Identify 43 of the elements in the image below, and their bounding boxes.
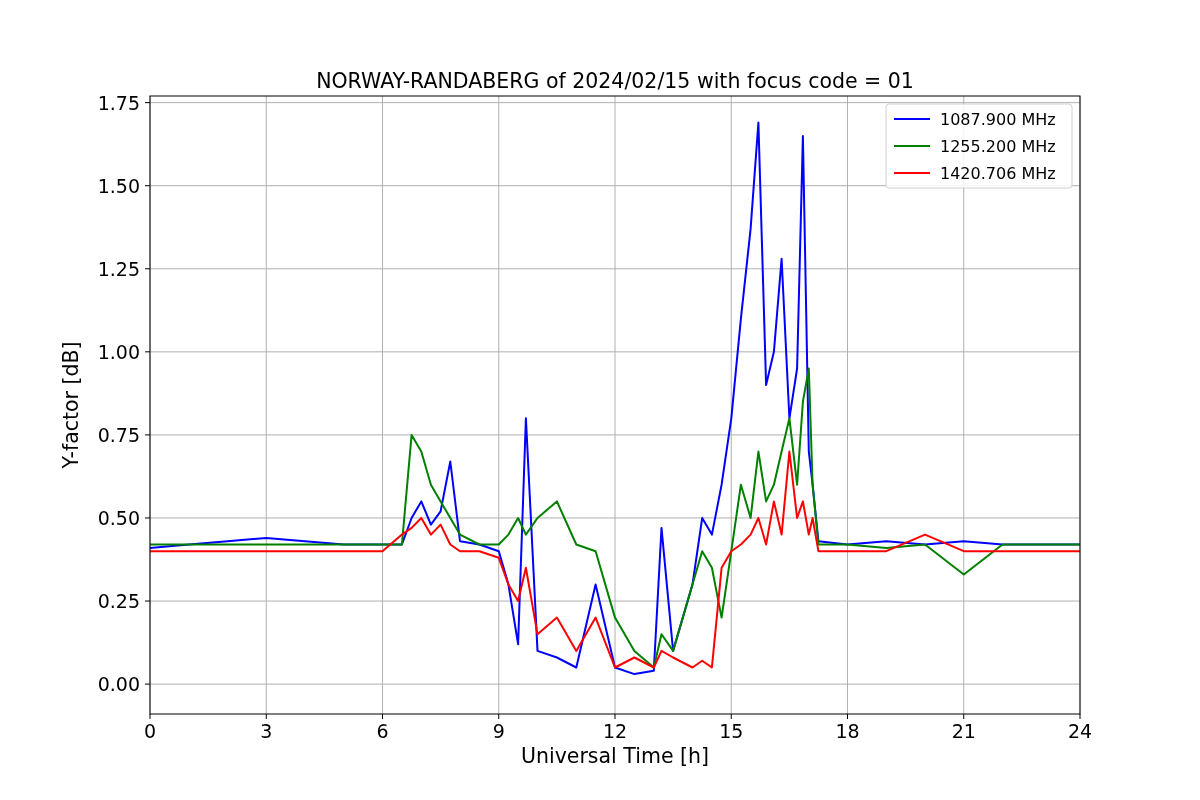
tick-label: 1.50 — [97, 174, 140, 197]
tick-mark — [144, 351, 151, 353]
legend-label: 1420.706 MHz — [940, 164, 1056, 183]
axis-label: Y-factor [dB] — [59, 341, 83, 469]
tick-label: 0.25 — [97, 590, 140, 613]
legend-line — [893, 172, 931, 174]
tick-label: 1.25 — [97, 257, 140, 280]
tick-label: 6 — [376, 720, 389, 742]
chart-title: NORWAY-RANDABERG of 2024/02/15 with focus code = 01 — [316, 69, 914, 93]
tick-mark — [144, 185, 151, 187]
tick-label: 3 — [260, 720, 273, 742]
tick-mark — [144, 517, 151, 519]
tick-mark — [265, 713, 267, 720]
tick-label: 1.00 — [97, 340, 140, 363]
axis-label: Universal Time [h] — [521, 744, 709, 768]
tick-mark — [382, 713, 383, 720]
tick-label: 0 — [143, 720, 157, 742]
tick-mark — [963, 713, 965, 720]
legend-line — [893, 118, 931, 120]
tick-label: 24 — [1067, 720, 1093, 742]
tick-mark — [1079, 713, 1081, 720]
tick-mark — [149, 713, 151, 720]
legend-line — [893, 145, 931, 147]
tick-label: 18 — [835, 720, 860, 742]
tick-label: 15 — [719, 720, 744, 742]
tick-label: 12 — [602, 720, 628, 742]
tick-label: 0.75 — [97, 423, 140, 446]
tick-mark — [144, 434, 151, 436]
tick-mark — [144, 268, 151, 270]
tick-mark — [847, 713, 848, 720]
tick-mark — [144, 600, 151, 602]
tick-label: 0.50 — [97, 506, 140, 529]
tick-label: 9 — [492, 720, 505, 742]
tick-mark — [614, 713, 616, 720]
tick-mark — [144, 102, 151, 104]
legend-label: 1087.900 MHz — [940, 110, 1056, 129]
tick-mark — [730, 713, 732, 720]
tick-label: 1.75 — [97, 91, 140, 114]
tick-mark — [498, 713, 500, 720]
tick-label: 0.00 — [97, 673, 140, 696]
tick-mark — [144, 683, 151, 685]
tick-label: 21 — [951, 720, 976, 742]
legend-label: 1255.200 MHz — [940, 137, 1056, 156]
